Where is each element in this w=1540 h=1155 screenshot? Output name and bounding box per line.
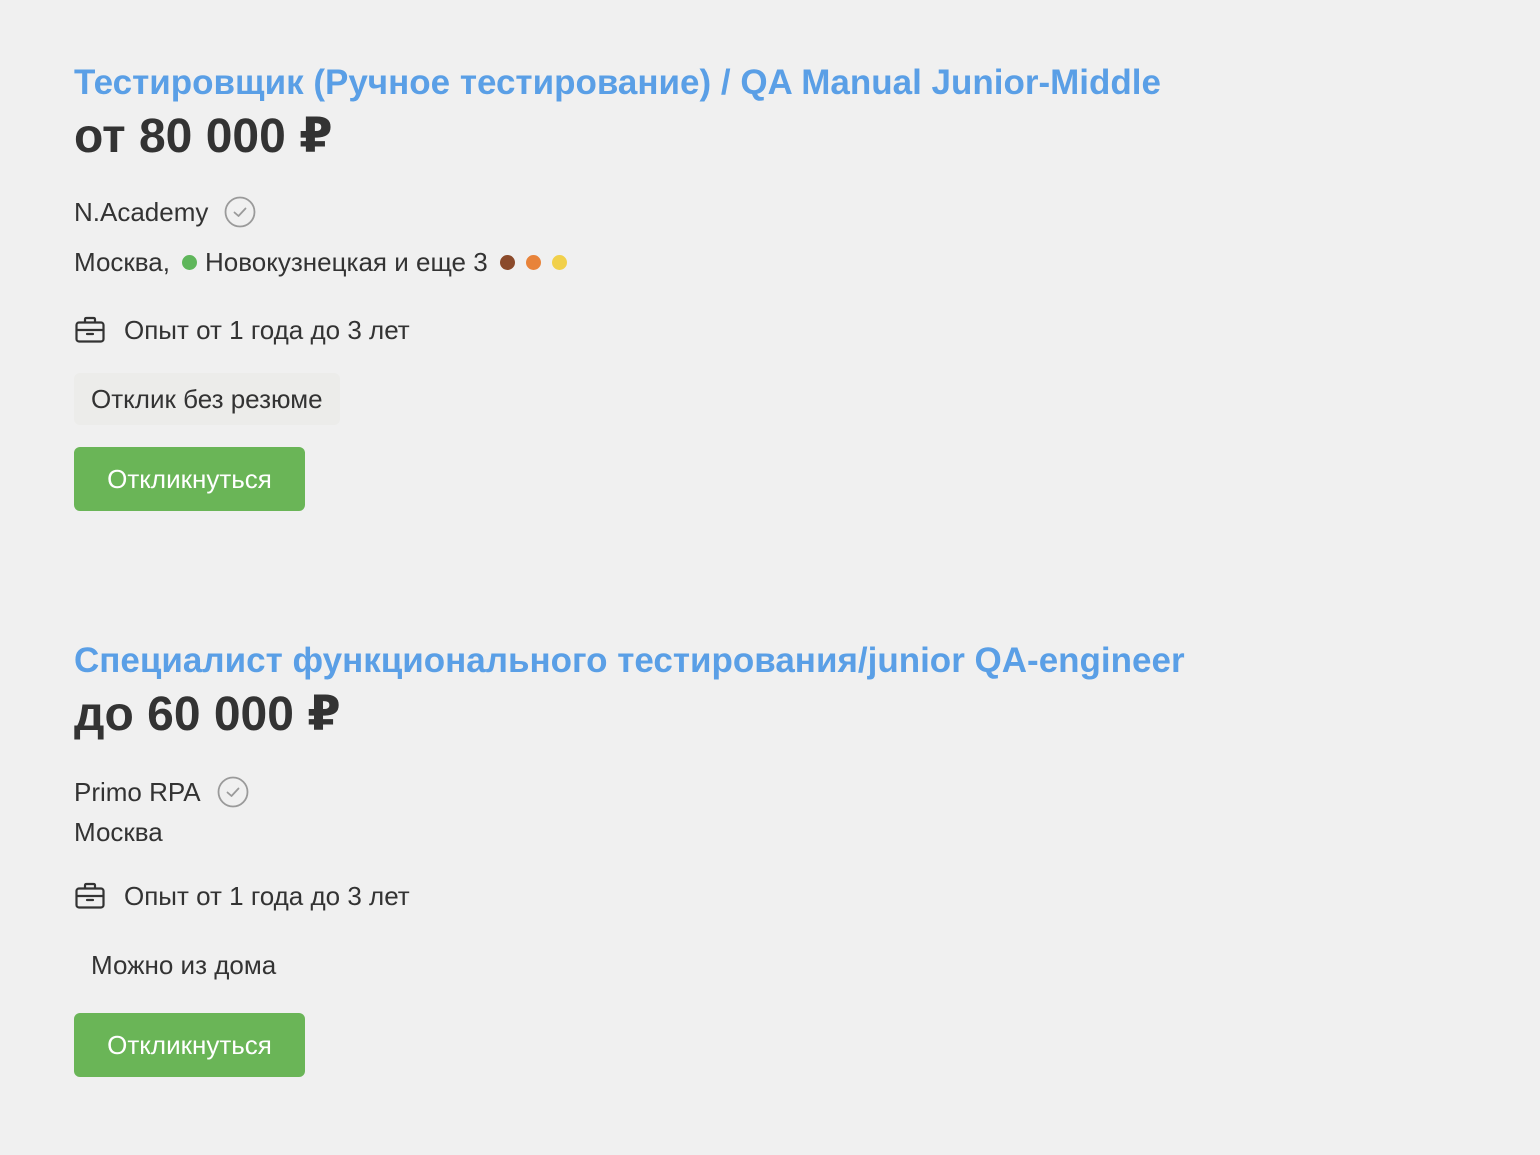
vacancy-tag: Отклик без резюме [74,373,340,425]
apply-button[interactable]: Откликнуться [74,447,305,511]
metro-line-dot [551,254,567,270]
experience-label: Опыт от 1 года до 3 лет [124,880,410,911]
metro-station-label: Новокузнецкая [205,246,387,277]
city-label: Москва, [74,246,170,277]
vacancy-card: Специалист функционального тестирования/… [74,640,1474,1077]
company-name-link[interactable]: N.Academy [74,197,208,228]
vacancy-card: Тестировщик (Ручное тестирование) / QA M… [74,62,1474,511]
metro-line-dot [499,254,515,270]
check-circle-icon [224,196,256,228]
experience-row: Опыт от 1 года до 3 лет [74,313,1474,347]
vacancy-tag: Можно из дома [91,950,277,980]
experience-label: Опыт от 1 года до 3 лет [124,314,410,345]
metro-line-dot [525,254,541,270]
experience-row: Опыт от 1 года до 3 лет [74,879,1474,913]
company-row: N.Academy [74,195,1474,229]
metro-more-label: и еще 3 [394,246,488,277]
location-row: Москва [74,815,1474,849]
briefcase-icon [74,880,106,912]
vacancy-title-link[interactable]: Специалист функционального тестирования/… [74,640,1474,682]
vacancy-title-link[interactable]: Тестировщик (Ручное тестирование) / QA M… [74,62,1474,104]
metro-line-dot [182,254,197,270]
city-label: Москва [74,816,163,847]
vacancy-salary: от 80 000 ₽ [74,110,333,163]
company-name-link[interactable]: Primo RPA [74,777,201,808]
location-row: Москва, Новокузнецкая и еще 3 [74,245,1474,279]
vacancy-salary: до 60 000 ₽ [74,688,341,741]
briefcase-icon [74,314,106,346]
apply-button[interactable]: Откликнуться [74,1013,305,1077]
metro-more-dots [499,254,578,270]
company-row: Primo RPA [74,775,1474,809]
check-circle-icon [217,776,249,808]
